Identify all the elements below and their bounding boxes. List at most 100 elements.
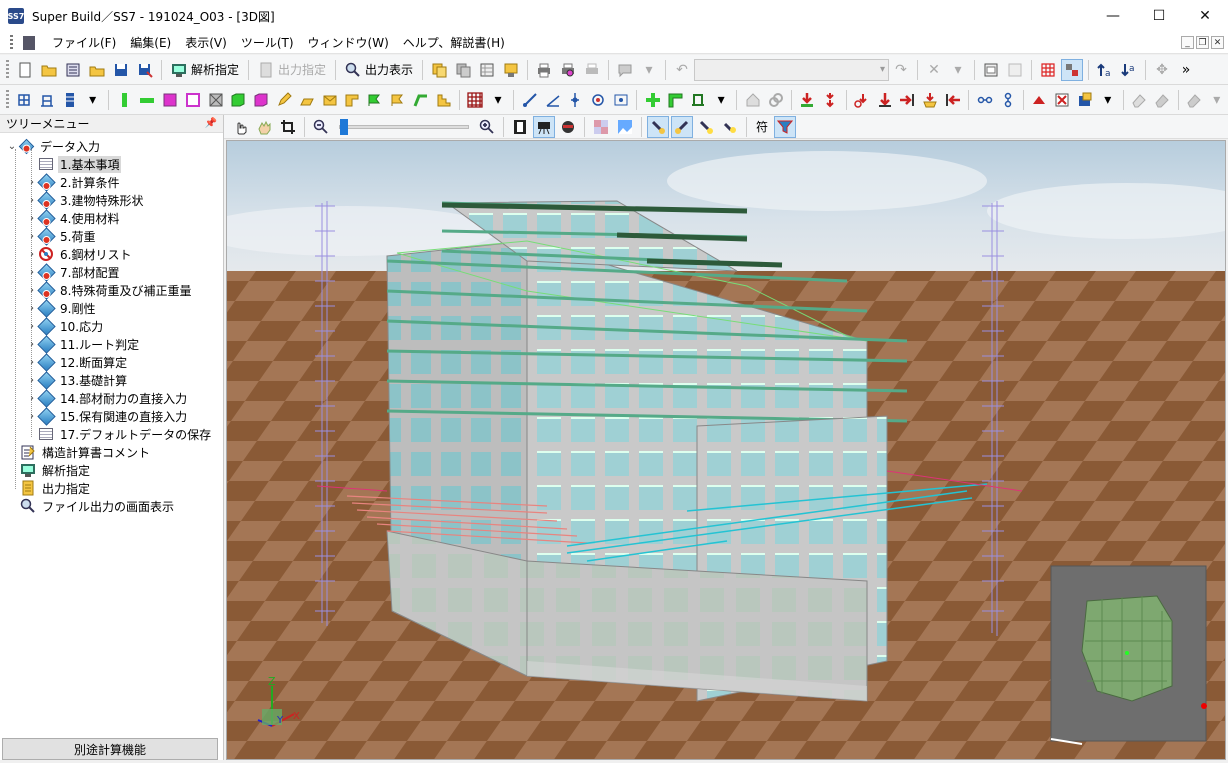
tree-item-7[interactable]: › 7.部材配置 <box>0 262 222 282</box>
menu-file[interactable]: ファイル(F) <box>45 34 123 51</box>
menu-window[interactable]: ウィンドウ(W) <box>301 34 396 51</box>
eraser2-icon[interactable] <box>1152 89 1173 111</box>
texture-icon[interactable] <box>590 116 612 138</box>
3d-viewport[interactable]: Z Y X <box>226 140 1226 760</box>
spring-horizontal-icon[interactable] <box>974 89 995 111</box>
slab-icon[interactable] <box>182 89 203 111</box>
tree-item-13[interactable]: › 13.基礎計算 <box>0 370 222 390</box>
printer-icon[interactable] <box>1184 89 1205 111</box>
tree-item-17[interactable]: 17.デフォルトデータの保存 <box>0 425 222 443</box>
hand-pointer-icon[interactable] <box>229 116 251 138</box>
zoom-out-icon[interactable] <box>310 116 332 138</box>
note-icon[interactable] <box>500 59 522 81</box>
sheet-icon[interactable] <box>476 59 498 81</box>
printer-dropdown-icon[interactable]: ▾ <box>1206 89 1227 111</box>
hatch-dropdown-icon[interactable]: ▾ <box>488 89 509 111</box>
menu-tools[interactable]: ツール(T) <box>234 34 301 51</box>
dimension-line-icon[interactable] <box>519 89 540 111</box>
pan-hand-icon[interactable] <box>253 116 275 138</box>
load-area-icon[interactable] <box>920 89 941 111</box>
tree-item-10[interactable]: › 10.応力 <box>0 316 222 336</box>
opening-icon[interactable] <box>205 89 226 111</box>
crop-icon[interactable] <box>277 116 299 138</box>
tree-item-12[interactable]: › 12.断面算定 <box>0 352 222 372</box>
close-button[interactable]: ✕ <box>1182 0 1228 32</box>
wall-icon[interactable] <box>160 89 181 111</box>
base-connection-icon[interactable] <box>688 89 709 111</box>
member-bend-icon[interactable] <box>410 89 431 111</box>
load-table-icon[interactable] <box>1075 89 1096 111</box>
open-list-icon[interactable] <box>62 59 84 81</box>
cantilever-icon[interactable] <box>342 89 363 111</box>
light2-icon[interactable] <box>671 115 693 138</box>
delete-dropdown-icon[interactable]: ▾ <box>947 59 969 81</box>
undo-icon[interactable]: ↶ <box>671 59 693 81</box>
text-up-icon[interactable]: a <box>1094 59 1116 81</box>
chain-icon[interactable] <box>765 89 786 111</box>
column-icon[interactable] <box>114 89 135 111</box>
move-icon[interactable]: ✥ <box>1151 59 1173 81</box>
pencil-icon[interactable] <box>274 89 295 111</box>
frame-elevation-icon[interactable] <box>37 89 58 111</box>
print-setup-icon[interactable] <box>581 59 603 81</box>
envelope-icon[interactable] <box>319 89 340 111</box>
maximize-button[interactable]: ☐ <box>1136 0 1182 32</box>
window-frame-icon[interactable] <box>980 59 1002 81</box>
load-point-icon[interactable] <box>851 89 872 111</box>
grid-select-icon[interactable] <box>1061 58 1084 81</box>
floor-list-icon[interactable] <box>59 89 80 111</box>
window-frame2-icon[interactable] <box>1004 59 1026 81</box>
remove-load-icon[interactable] <box>1052 89 1073 111</box>
member-flag2-icon[interactable] <box>388 89 409 111</box>
output-display-button[interactable]: 出力表示 <box>341 59 417 81</box>
text-down-icon[interactable]: a <box>1118 59 1140 81</box>
load-horizontal-icon[interactable] <box>897 89 918 111</box>
print-icon[interactable] <box>533 59 555 81</box>
node-rotate-icon[interactable] <box>588 89 609 111</box>
load-dropdown-icon[interactable]: ▾ <box>1097 89 1118 111</box>
floor-dropdown-icon[interactable]: ▾ <box>82 89 103 111</box>
tree-item-11[interactable]: › 11.ルート判定 <box>0 334 222 354</box>
menu-edit[interactable]: 編集(E) <box>123 34 178 51</box>
load-vertical-icon[interactable] <box>874 89 895 111</box>
tree-item-8[interactable]: › 8.特殊荷重及び補正重量 <box>0 280 222 300</box>
foundation-icon[interactable] <box>296 89 317 111</box>
angle-dim-icon[interactable] <box>542 89 563 111</box>
member-flag-icon[interactable] <box>365 89 386 111</box>
tree-item-3[interactable]: › 3.建物特殊形状 <box>0 190 222 210</box>
tree-item-15[interactable]: › 15.保有関連の直接入力 <box>0 406 222 426</box>
spring-vertical-icon[interactable] <box>997 89 1018 111</box>
separate-calculation-button[interactable]: 別途計算機能 <box>2 738 218 760</box>
mdi-close-button[interactable]: ✕ <box>1211 36 1224 49</box>
column-connection-icon[interactable] <box>642 89 663 111</box>
brace-icon[interactable] <box>228 89 249 111</box>
menu-help[interactable]: ヘルプ、解説書(H) <box>396 34 512 51</box>
menu-view[interactable]: 表示(V) <box>178 34 234 51</box>
expand-chevron-icon[interactable]: › <box>26 248 38 260</box>
load-left-icon[interactable] <box>943 89 964 111</box>
analysis-spec-button[interactable]: 解析指定 <box>167 59 243 81</box>
output-spec-button[interactable]: 出力指定 <box>254 59 330 81</box>
tree-item-9[interactable]: › 9.剛性 <box>0 298 222 318</box>
tree-item-6[interactable]: › 6.鋼材リスト <box>0 245 222 263</box>
tree-item-1[interactable]: 1.基本事項 <box>0 155 222 173</box>
tree-item-5[interactable]: › 5.荷重 <box>0 226 222 246</box>
grid-icon[interactable] <box>1037 59 1059 81</box>
save-as-icon[interactable] <box>134 59 156 81</box>
redo-icon[interactable]: ↷ <box>890 59 912 81</box>
house-icon[interactable] <box>742 89 763 111</box>
hatch-grid-icon[interactable] <box>465 89 486 111</box>
member-stair-icon[interactable] <box>433 89 454 111</box>
load-double-icon[interactable] <box>820 89 841 111</box>
mark-button[interactable]: 符 <box>752 116 772 138</box>
tree-item-output-spec[interactable]: 出力指定 <box>0 479 222 497</box>
mdi-minimize-button[interactable]: _ <box>1181 36 1194 49</box>
tree-item-4[interactable]: › 4.使用材料 <box>0 208 222 228</box>
pin-icon[interactable]: 📌 <box>205 118 217 129</box>
corner-connection-icon[interactable] <box>665 89 686 111</box>
minimap[interactable] <box>1050 565 1207 745</box>
node-adjust-icon[interactable] <box>565 89 586 111</box>
new-file-icon[interactable] <box>14 59 36 81</box>
duplicate-icon[interactable] <box>452 59 474 81</box>
load-down-icon[interactable] <box>797 89 818 111</box>
